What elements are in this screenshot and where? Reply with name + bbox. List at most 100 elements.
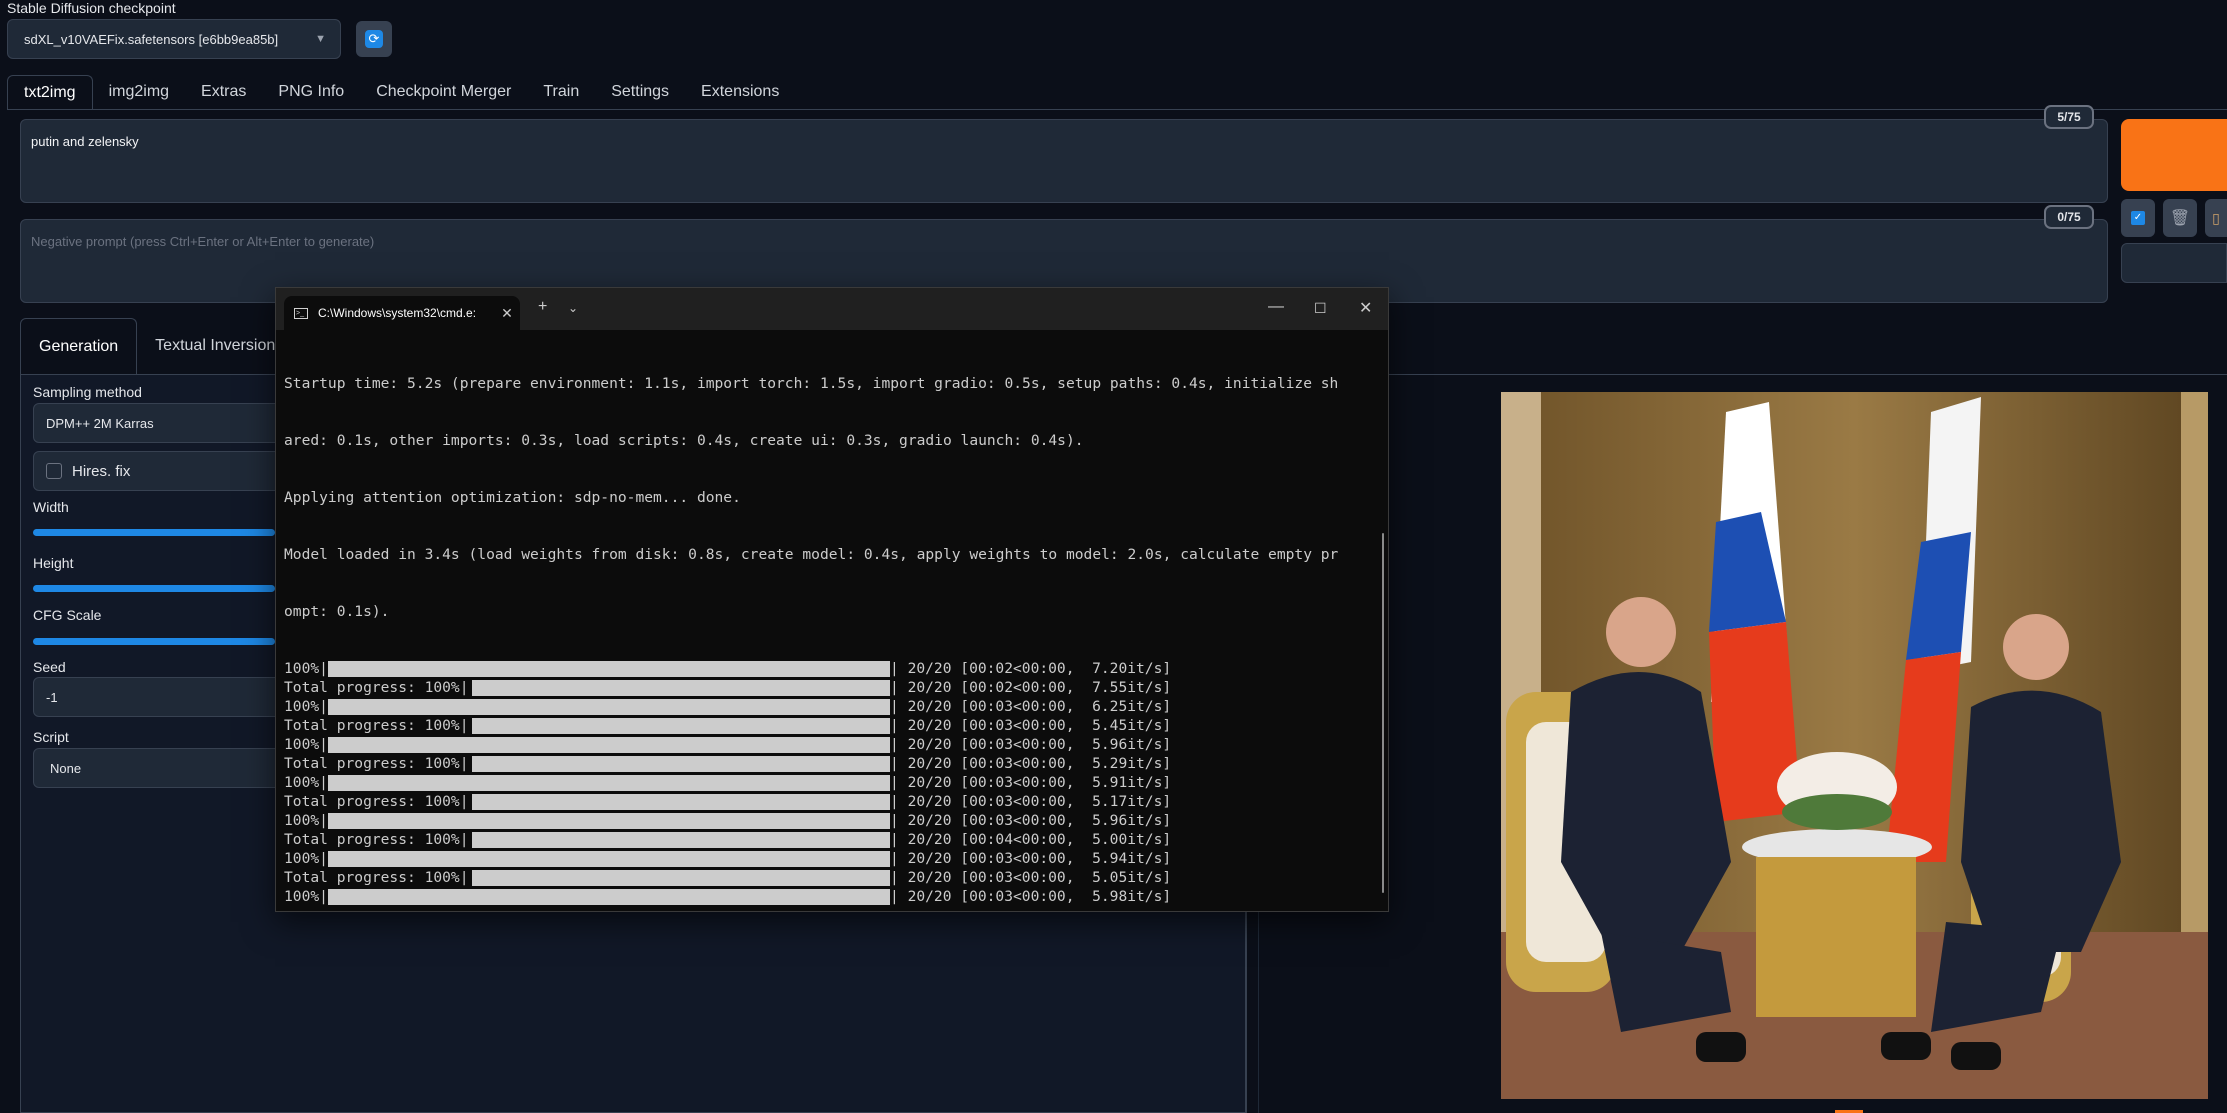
- progress-line: 100%| | 20/20 [00:02<00:00, 7.20it/s]: [284, 659, 1376, 678]
- progress-stats: | 20/20 [00:03<00:00, 6.25it/s]: [890, 698, 1172, 715]
- terminal-titlebar[interactable]: >_ C:\Windows\system32\cmd.e: ✕ + ⌄ — ☐ …: [276, 288, 1388, 330]
- checkpoint-value: sdXL_v10VAEFix.safetensors [e6bb9ea85b]: [24, 31, 279, 47]
- progress-prefix: 100%|: [284, 736, 328, 753]
- progress-bar: [472, 755, 890, 772]
- progress-bar: [328, 812, 890, 829]
- output-image[interactable]: [1501, 392, 2208, 1099]
- progress-line: Total progress: 100%| | 20/20 [00:03<00:0…: [284, 792, 1376, 811]
- main-tabs: txt2img img2img Extras PNG Info Checkpoi…: [7, 75, 795, 109]
- terminal-scrollbar[interactable]: [1382, 533, 1384, 893]
- terminal-window[interactable]: >_ C:\Windows\system32\cmd.e: ✕ + ⌄ — ☐ …: [275, 287, 1389, 912]
- terminal-line: ompt: 0.1s).: [284, 603, 390, 620]
- progress-stats: | 20/20 [00:03<00:00, 5.05it/s]: [890, 869, 1172, 886]
- progress-stats: | 20/20 [00:03<00:00, 5.98it/s]: [890, 888, 1172, 905]
- tab-settings[interactable]: Settings: [595, 75, 685, 109]
- progress-prefix: 100%|: [284, 698, 328, 715]
- tab-extras[interactable]: Extras: [185, 75, 262, 109]
- progress-bar: [472, 793, 890, 810]
- progress-line: Total progress: 100%| | 20/20 [00:03<00:0…: [284, 754, 1376, 773]
- output-topline: [1386, 374, 2227, 375]
- sampling-method-label: Sampling method: [33, 384, 142, 400]
- refresh-checkpoint-button[interactable]: ⟳: [356, 21, 392, 57]
- hires-fix-label: Hires. fix: [72, 462, 131, 480]
- close-window-icon[interactable]: ✕: [1359, 298, 1372, 318]
- progress-bar: [472, 717, 890, 734]
- checkpoint-dropdown[interactable]: sdXL_v10VAEFix.safetensors [e6bb9ea85b] …: [7, 19, 341, 59]
- progress-prefix: 100%|: [284, 774, 328, 791]
- sampling-method-dropdown[interactable]: DPM++ 2M Karras: [33, 403, 293, 443]
- progress-line: 100%| | 20/20 [00:03<00:00, 5.91it/s]: [284, 773, 1376, 792]
- tab-png-info[interactable]: PNG Info: [262, 75, 360, 109]
- tab-divider: [7, 109, 2227, 110]
- progress-prefix: Total progress: 100%|: [284, 869, 469, 886]
- terminal-tab[interactable]: >_ C:\Windows\system32\cmd.e: ✕: [284, 296, 520, 330]
- checkpoint-label: Stable Diffusion checkpoint: [7, 0, 176, 16]
- tab-img2img[interactable]: img2img: [93, 75, 185, 109]
- clipboard-icon: ▯: [2212, 209, 2220, 226]
- tab-generation[interactable]: Generation: [20, 318, 138, 374]
- trash-icon: 🗑: [2169, 210, 2191, 227]
- progress-line: Total progress: 100%| | 20/20 [00:03<00:0…: [284, 716, 1376, 735]
- clear-prompt-button[interactable]: 🗑: [2163, 199, 2197, 237]
- clipboard-button[interactable]: ▯: [2205, 199, 2227, 237]
- tab-checkpoint-merger[interactable]: Checkpoint Merger: [360, 75, 527, 109]
- hires-fix-row[interactable]: Hires. fix: [33, 451, 293, 491]
- progress-bar: [328, 888, 890, 905]
- progress-stats: | 20/20 [00:03<00:00, 5.45it/s]: [890, 717, 1172, 734]
- width-slider[interactable]: [33, 529, 275, 536]
- maximize-icon[interactable]: ☐: [1314, 300, 1327, 317]
- progress-stats: | 20/20 [00:03<00:00, 5.96it/s]: [890, 812, 1172, 829]
- progress-line: 100%| | 20/20 [00:03<00:00, 5.96it/s]: [284, 735, 1376, 754]
- close-tab-icon[interactable]: ✕: [494, 305, 520, 322]
- cmd-icon: >_: [294, 307, 308, 319]
- seed-input[interactable]: -1: [33, 677, 293, 717]
- progress-prefix: 100%|: [284, 888, 328, 905]
- progress-stats: | 20/20 [00:04<00:00, 5.00it/s]: [890, 831, 1172, 848]
- script-dropdown[interactable]: None: [33, 748, 293, 788]
- height-label: Height: [33, 555, 74, 571]
- script-value: None: [50, 760, 82, 776]
- progress-line: Total progress: 100%| | 20/20 [00:03<00:0…: [284, 868, 1376, 887]
- progress-line: 100%| | 20/20 [00:03<00:00, 5.98it/s]: [284, 887, 1376, 906]
- progress-bar: [328, 850, 890, 867]
- cfg-scale-label: CFG Scale: [33, 607, 102, 623]
- progress-line: 100%| | 20/20 [00:03<00:00, 6.25it/s]: [284, 697, 1376, 716]
- terminal-line: Applying attention optimization: sdp-no-…: [284, 489, 741, 506]
- prompt-input[interactable]: putin and zelensky: [20, 119, 2108, 203]
- progress-prefix: 100%|: [284, 812, 328, 829]
- progress-stats: | 20/20 [00:03<00:00, 5.94it/s]: [890, 850, 1172, 867]
- new-tab-icon[interactable]: +: [538, 298, 547, 316]
- progress-stats: | 20/20 [00:02<00:00, 7.55it/s]: [890, 679, 1172, 696]
- height-slider[interactable]: [33, 585, 275, 592]
- progress-prefix: 100%|: [284, 850, 328, 867]
- generate-button[interactable]: [2121, 119, 2227, 191]
- progress-prefix: Total progress: 100%|: [284, 831, 469, 848]
- chevron-down-icon[interactable]: ⌄: [568, 301, 578, 315]
- progress-bar: [328, 736, 890, 753]
- styles-dropdown[interactable]: [2121, 243, 2227, 283]
- progress-bar: [472, 679, 890, 696]
- tab-textual-inversion[interactable]: Textual Inversion: [137, 318, 293, 374]
- progress-prefix: 100%|: [284, 660, 328, 677]
- progress-line: Total progress: 100%| | 20/20 [00:04<00:0…: [284, 830, 1376, 849]
- width-label: Width: [33, 499, 69, 515]
- progress-line: Total progress: 100%| | 20/20 [00:02<00:0…: [284, 678, 1376, 697]
- progress-bar: [328, 660, 890, 677]
- tab-txt2img[interactable]: txt2img: [7, 75, 93, 109]
- progress-bar: [472, 831, 890, 848]
- read-params-button[interactable]: ✓: [2121, 199, 2155, 237]
- terminal-title: C:\Windows\system32\cmd.e:: [318, 306, 477, 320]
- progress-prefix: Total progress: 100%|: [284, 679, 469, 696]
- minimize-icon[interactable]: —: [1268, 298, 1284, 316]
- chevron-down-icon: ▼: [315, 33, 326, 45]
- sampling-method-value: DPM++ 2M Karras: [46, 415, 154, 431]
- tab-train[interactable]: Train: [527, 75, 595, 109]
- script-label: Script: [33, 729, 69, 745]
- terminal-output: Startup time: 5.2s (prepare environment:…: [284, 336, 1376, 906]
- seed-label: Seed: [33, 659, 66, 675]
- tab-extensions[interactable]: Extensions: [685, 75, 795, 109]
- terminal-line: Model loaded in 3.4s (load weights from …: [284, 546, 1339, 563]
- hires-fix-checkbox[interactable]: [46, 463, 62, 479]
- cfg-scale-slider[interactable]: [33, 638, 275, 645]
- terminal-line: ared: 0.1s, other imports: 0.3s, load sc…: [284, 432, 1084, 449]
